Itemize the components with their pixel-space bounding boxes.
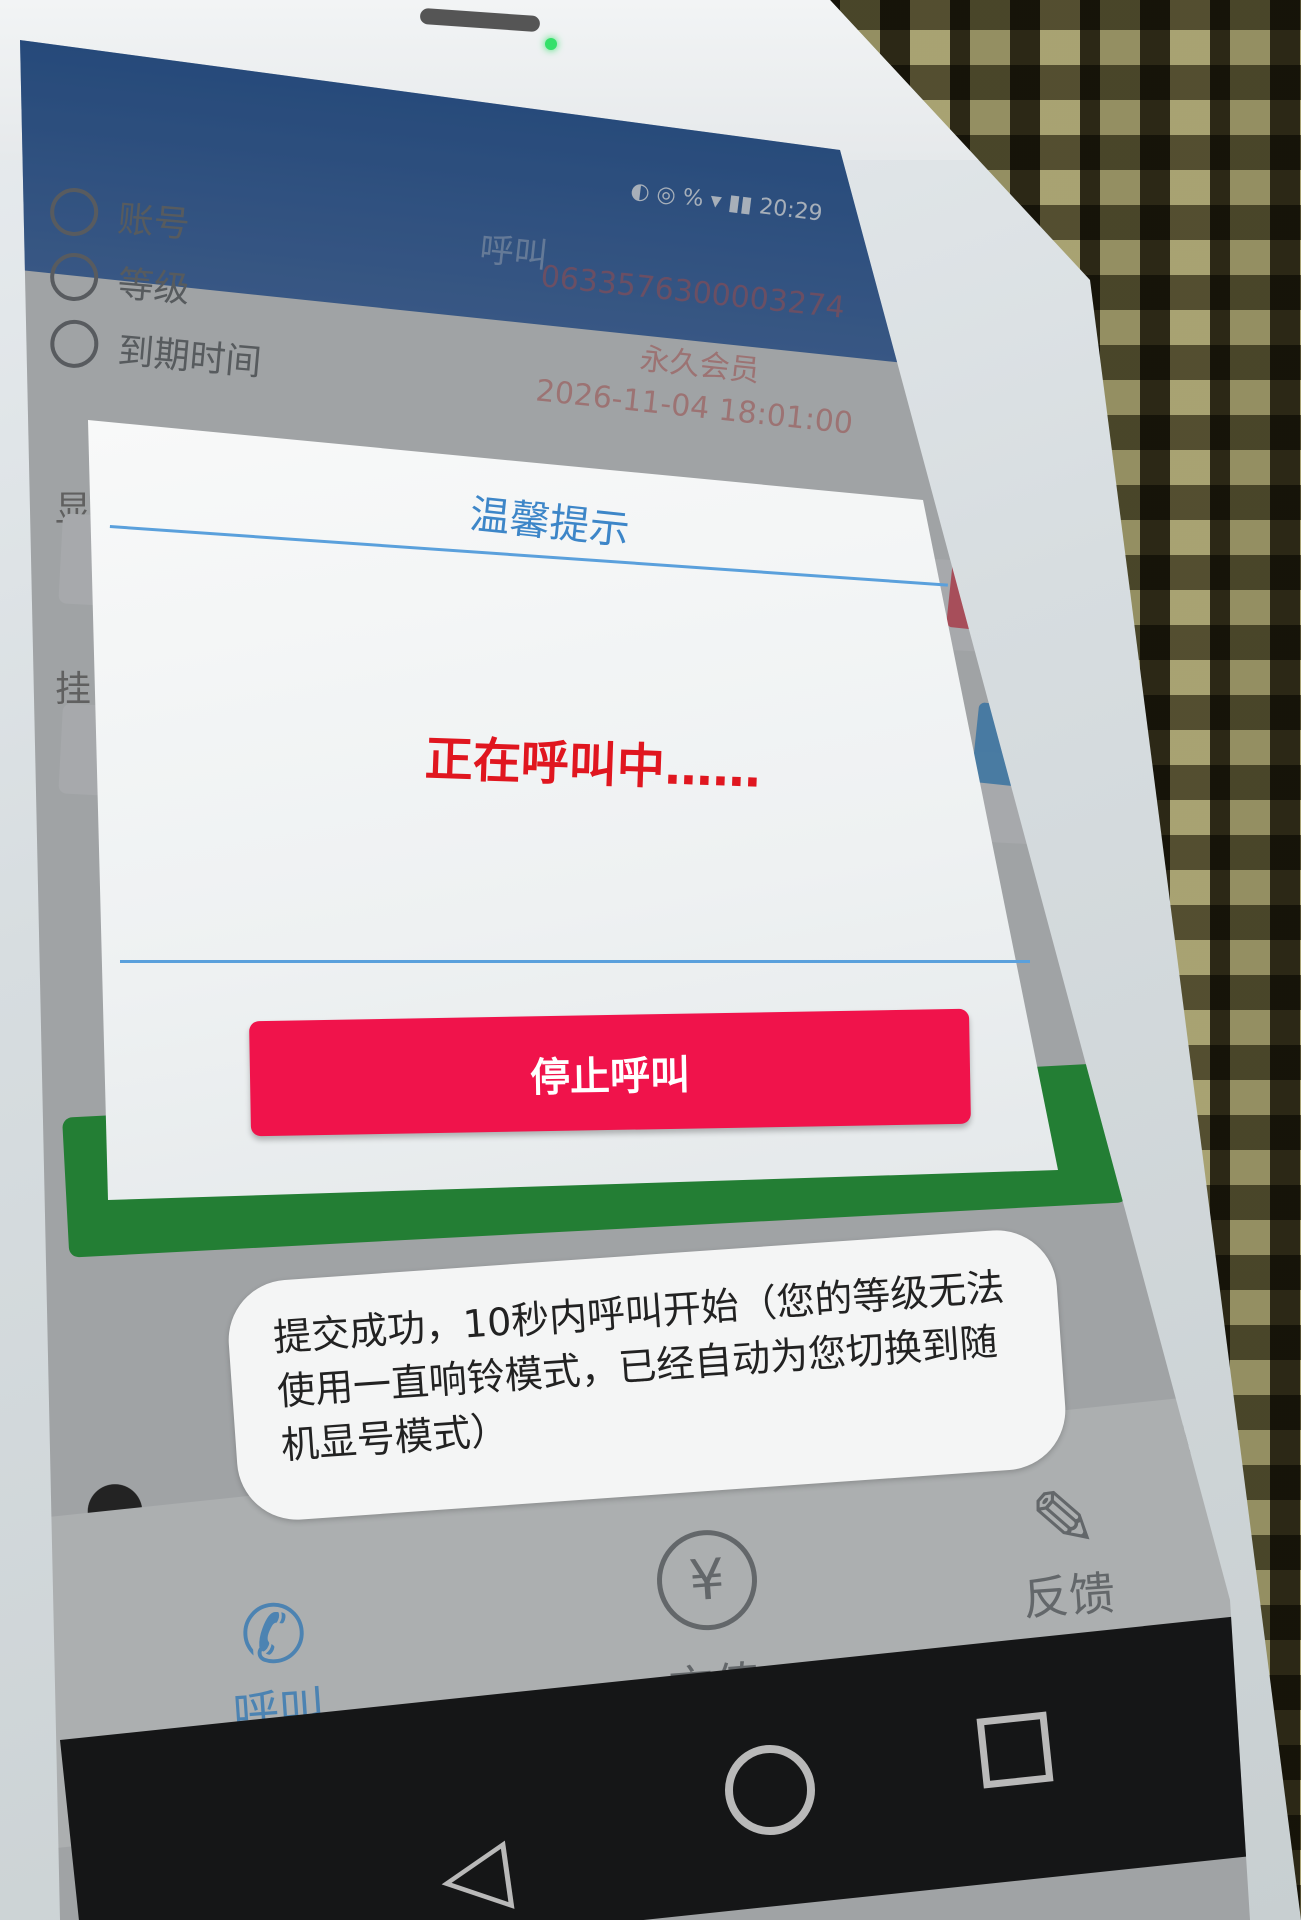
dialog-button-divider [120,960,1030,963]
stop-call-button[interactable]: 停止呼叫 [249,1008,971,1137]
notification-led [545,38,557,50]
calling-status-text: 正在呼叫中…… [423,731,762,799]
